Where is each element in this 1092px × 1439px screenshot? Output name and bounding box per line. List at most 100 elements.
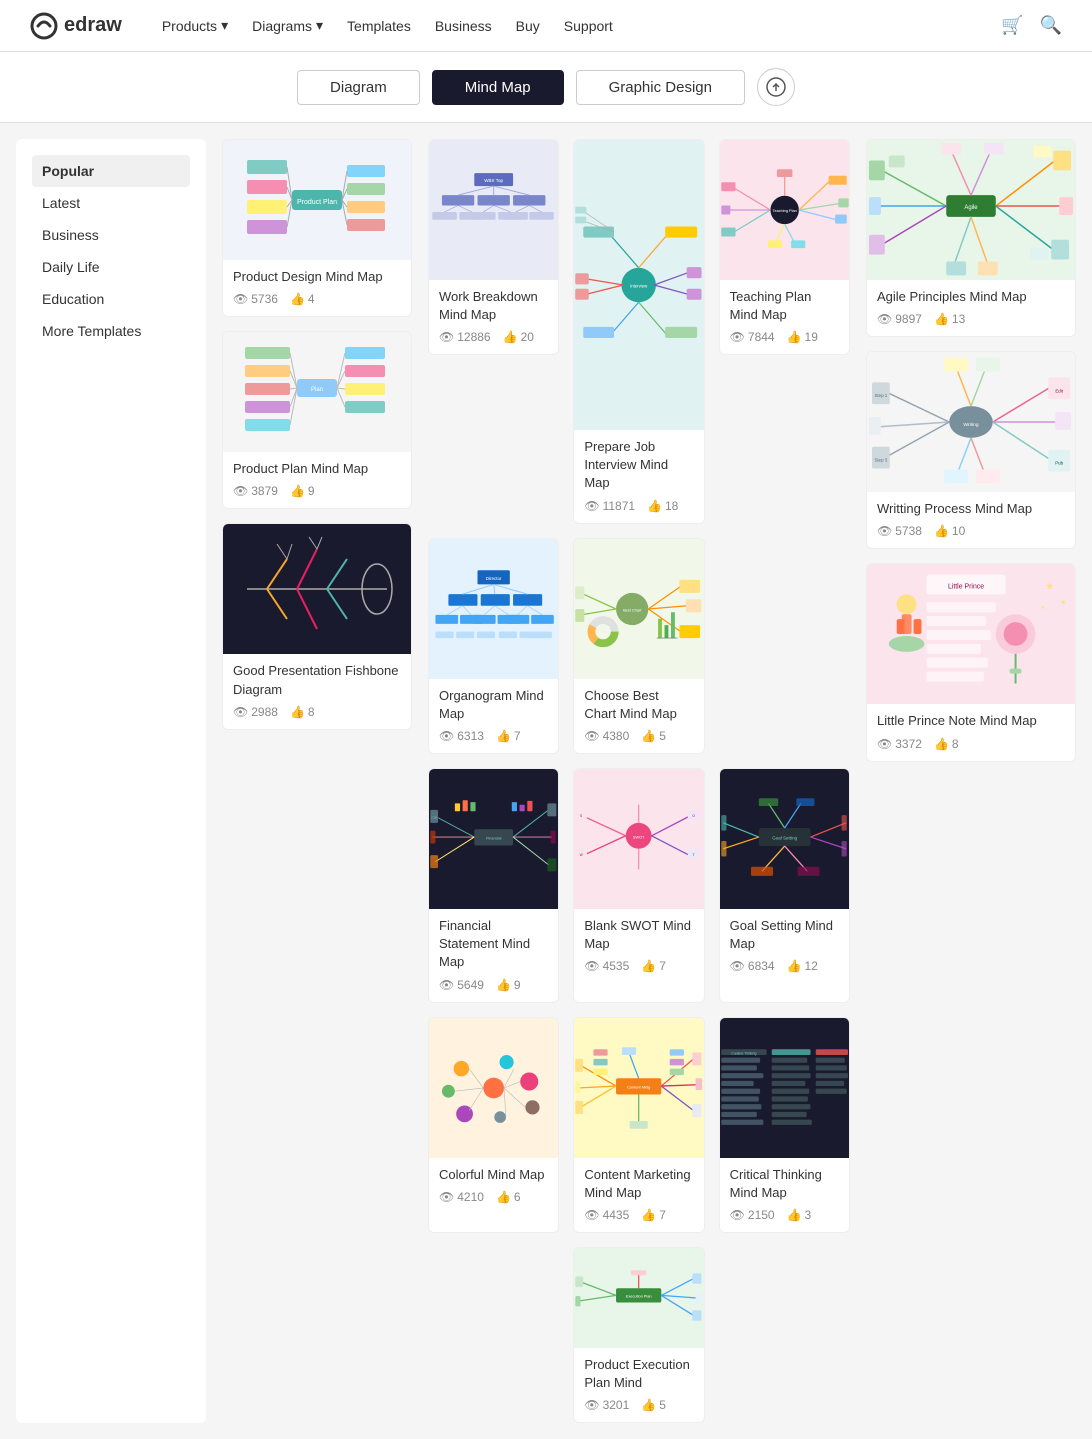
svg-text:Execution Plan: Execution Plan — [626, 1293, 652, 1298]
card-product-plan[interactable]: Plan — [222, 331, 412, 509]
views-product-execution: 👁 3201 — [584, 1398, 629, 1412]
card-goal-setting[interactable]: Goal Setting — [719, 768, 850, 1003]
views-agile: 👁 9897 — [877, 312, 922, 326]
card-title-product-execution: Product Execution Plan Mind — [584, 1356, 693, 1392]
card-title-financial: Financial Statement Mind Map — [439, 917, 548, 972]
nav-support[interactable]: Support — [564, 18, 613, 34]
main-content: Popular Latest Business Daily Life Educa… — [0, 123, 1092, 1439]
card-colorful-bubbles[interactable]: Colorful Mind Map 👁 4210 👍 6 — [428, 1017, 559, 1233]
views-product-plan: 👁 3879 — [233, 484, 278, 498]
card-choose-chart[interactable]: Best Chart — [573, 538, 704, 754]
card-title-critical-thinking: Critical Thinking Mind Map — [730, 1166, 839, 1202]
likes-job-interview: 👍 18 — [647, 499, 678, 513]
sidebar-item-business[interactable]: Business — [32, 219, 190, 251]
svg-text:T: T — [693, 853, 695, 857]
card-job-interview[interactable]: Interview — [573, 139, 704, 524]
views-product-design: 👁 5736 — [233, 292, 278, 306]
likes-choose-chart: 👍 5 — [641, 729, 666, 743]
card-agile[interactable]: Agile — [866, 139, 1076, 337]
svg-text:Director: Director — [486, 575, 502, 580]
views-organogram: 👁 6313 — [439, 729, 484, 743]
search-button[interactable]: 🔍 — [1040, 15, 1062, 36]
card-teaching-plan[interactable]: Teaching Plan — [719, 139, 850, 355]
sidebar-item-latest[interactable]: Latest — [32, 187, 190, 219]
card-thumb-financial: Financial 2.3M — [429, 769, 558, 909]
sidebar: Popular Latest Business Daily Life Educa… — [16, 139, 206, 1423]
sidebar-item-more-templates[interactable]: More Templates — [32, 315, 190, 347]
logo-icon — [30, 12, 58, 40]
logo-text: edraw — [64, 14, 122, 37]
card-meta-fishbone: 👁 2988 👍 8 — [233, 705, 401, 719]
views-financial: 👁 5649 — [439, 978, 484, 992]
views-work-breakdown: 👁 12886 — [439, 330, 491, 344]
nav-business[interactable]: Business — [435, 18, 492, 34]
tab-graphic-design[interactable]: Graphic Design — [576, 70, 745, 105]
card-title-bubbles: Colorful Mind Map — [439, 1166, 548, 1184]
likes-product-design: 👍 4 — [290, 292, 315, 306]
card-work-breakdown[interactable]: WBS Top — [428, 139, 559, 355]
sidebar-item-education[interactable]: Education — [32, 283, 190, 315]
card-financial-statement[interactable]: Financial 2.3M — [428, 768, 559, 1003]
views-little-prince: 👁 3372 — [877, 737, 922, 751]
sidebar-item-daily-life[interactable]: Daily Life — [32, 251, 190, 283]
card-writing-process[interactable]: Writing Step 1 Step 3 Edit P — [866, 351, 1076, 549]
svg-text:Creative Thinking: Creative Thinking — [731, 1051, 756, 1055]
card-thumb-organogram: Director — [429, 539, 558, 679]
card-title-agile: Agile Principles Mind Map — [877, 288, 1065, 306]
nav-buy[interactable]: Buy — [516, 18, 540, 34]
sidebar-item-popular[interactable]: Popular — [32, 155, 190, 187]
svg-text:Step 3: Step 3 — [874, 458, 887, 463]
logo[interactable]: edraw — [30, 12, 122, 40]
svg-text:Interview: Interview — [630, 283, 648, 288]
card-meta-product-plan: 👁 3879 👍 9 — [233, 484, 401, 498]
card-critical-thinking[interactable]: Creative Thinking — [719, 1017, 850, 1233]
card-thumb-agile: Agile — [867, 140, 1075, 280]
likes-organogram: 👍 7 — [496, 729, 521, 743]
card-thumb-product-execution: Execution Plan — [574, 1248, 703, 1348]
likes-financial: 👍 9 — [496, 978, 521, 992]
card-title-fishbone: Good Presentation Fishbone Diagram — [233, 662, 401, 698]
card-little-prince[interactable]: Little Prince ★ ★ ★ Little Prince Note M… — [866, 563, 1076, 761]
left-column: Product Plan — [222, 139, 412, 1423]
likes-agile: 👍 13 — [934, 312, 965, 326]
tab-diagram[interactable]: Diagram — [297, 70, 420, 105]
card-product-execution[interactable]: Execution Plan — [573, 1247, 704, 1423]
card-thumb-swot: SWOT S W O T — [574, 769, 703, 909]
card-title-little-prince: Little Prince Note Mind Map — [877, 712, 1065, 730]
svg-text:Goal Setting: Goal Setting — [772, 836, 797, 841]
card-title-content-marketing: Content Marketing Mind Map — [584, 1166, 693, 1202]
svg-text:2.3M: 2.3M — [431, 815, 437, 819]
card-fishbone[interactable]: Good Presentation Fishbone Diagram 👁 298… — [222, 523, 412, 729]
upload-button[interactable] — [757, 68, 795, 106]
toolbar: Diagram Mind Map Graphic Design — [0, 52, 1092, 123]
cart-button[interactable]: 🛒 — [1001, 15, 1023, 36]
card-title-product-design: Product Design Mind Map — [233, 268, 401, 286]
card-title-swot: Blank SWOT Mind Map — [584, 917, 693, 953]
svg-text:Little Prince: Little Prince — [948, 584, 984, 591]
tab-mindmap[interactable]: Mind Map — [432, 70, 564, 105]
card-thumb-content-marketing: Content Mktg — [574, 1018, 703, 1158]
views-job-interview: 👁 11871 — [584, 499, 635, 513]
card-blank-swot[interactable]: SWOT S W O T — [573, 768, 704, 1003]
right-column: Agile — [866, 139, 1076, 1423]
likes-swot: 👍 7 — [641, 959, 666, 973]
svg-text:Agile: Agile — [964, 205, 978, 211]
likes-little-prince: 👍 8 — [934, 737, 959, 751]
card-thumb-job-interview: Interview — [574, 140, 703, 430]
header: edraw Products ▾ Diagrams ▾ Templates Bu… — [0, 0, 1092, 52]
card-thumb-fishbone — [237, 529, 397, 649]
nav-products[interactable]: Products ▾ — [162, 17, 228, 34]
card-thumb-bubbles — [429, 1018, 558, 1158]
svg-text:Plan: Plan — [311, 387, 323, 393]
likes-work-breakdown: 👍 20 — [503, 330, 534, 344]
nav-templates[interactable]: Templates — [347, 18, 411, 34]
card-product-design[interactable]: Product Plan — [222, 139, 412, 317]
likes-content-marketing: 👍 7 — [641, 1208, 666, 1222]
views-choose-chart: 👁 4380 — [584, 729, 629, 743]
card-title-organogram: Organogram Mind Map — [439, 687, 548, 723]
nav-diagrams[interactable]: Diagrams ▾ — [252, 17, 323, 34]
card-content-marketing[interactable]: Content Mktg — [573, 1017, 704, 1233]
main-nav: Products ▾ Diagrams ▾ Templates Business… — [162, 17, 1001, 34]
card-info-product-design: Product Design Mind Map 👁 5736 👍 4 — [223, 260, 411, 316]
card-organogram[interactable]: Director — [428, 538, 559, 754]
